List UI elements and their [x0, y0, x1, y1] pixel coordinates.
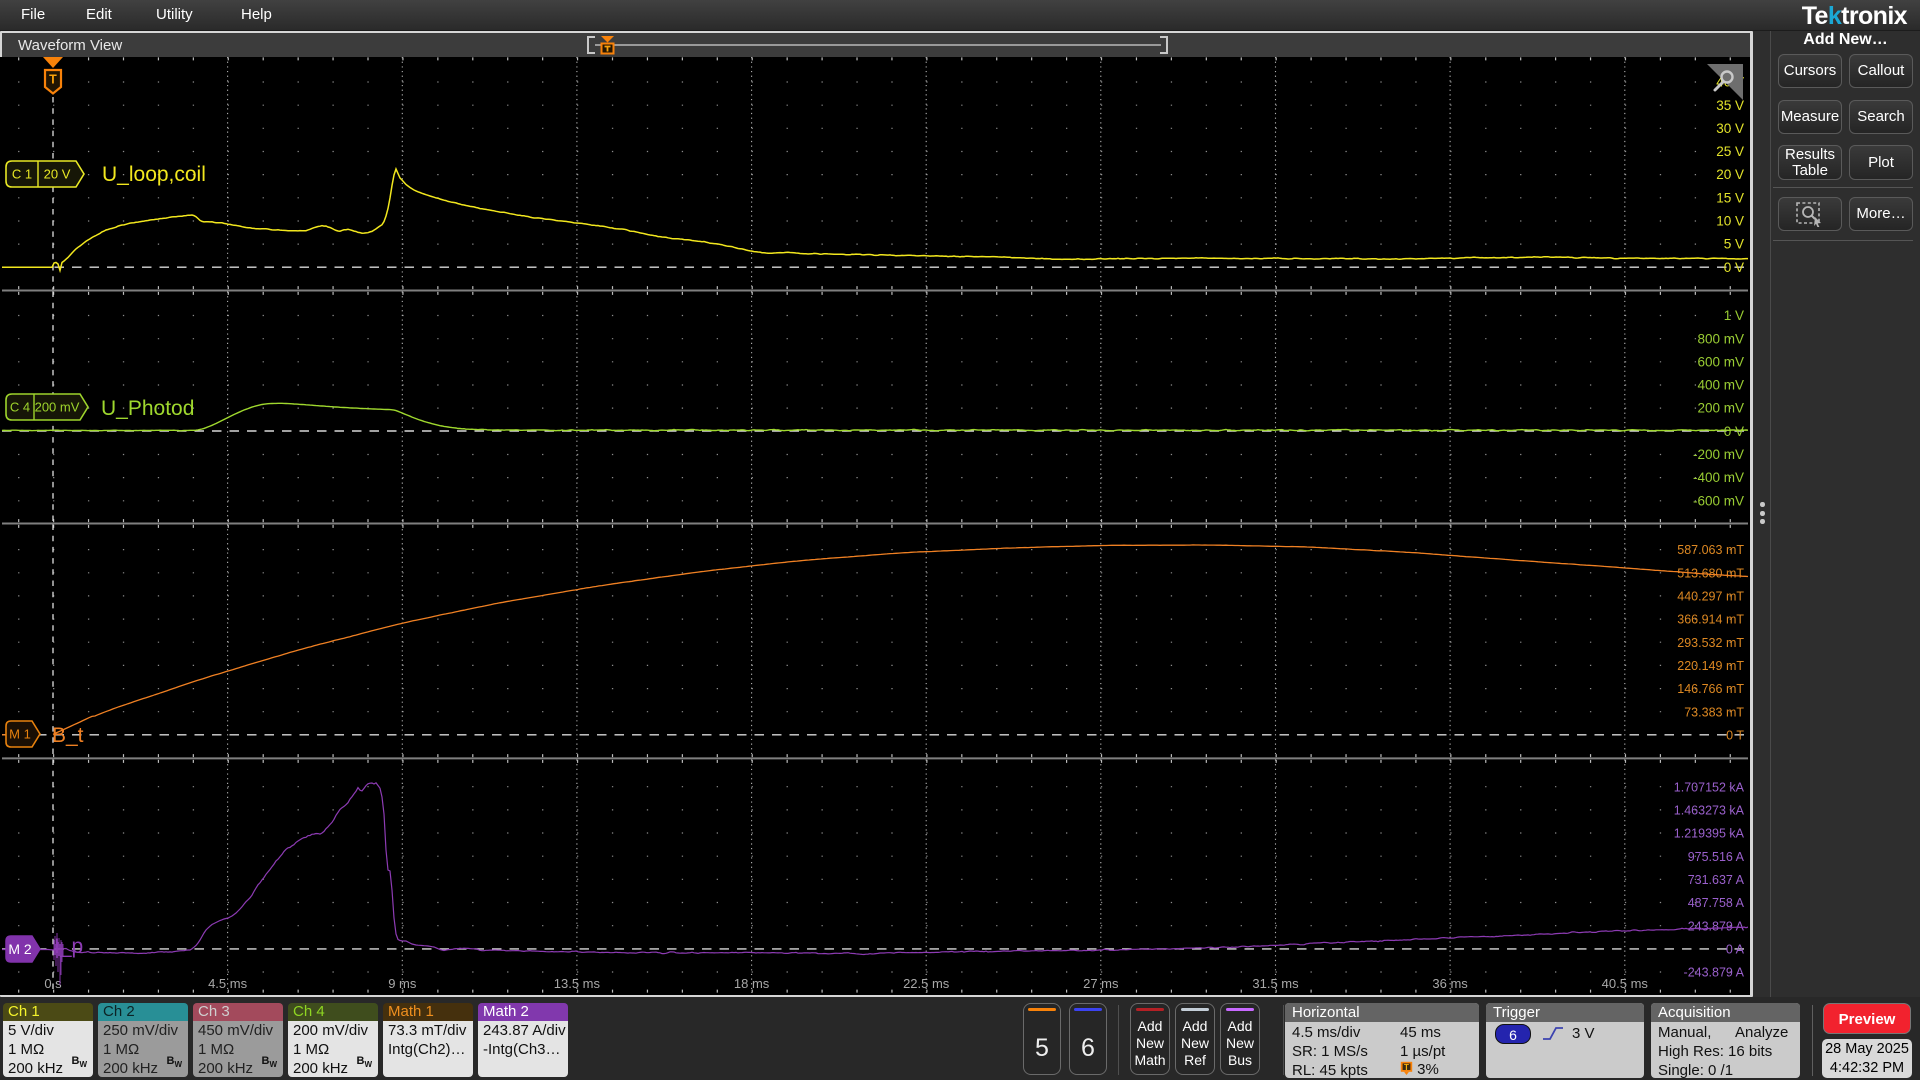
svg-text:18 ms: 18 ms [734, 976, 770, 991]
svg-text:25 V: 25 V [1716, 144, 1744, 159]
svg-text:73.383 mT: 73.383 mT [1684, 705, 1744, 719]
svg-text:5 V: 5 V [1724, 237, 1744, 252]
svg-text:587.063 mT: 587.063 mT [1677, 543, 1744, 557]
svg-text:B_t: B_t [52, 724, 84, 747]
svg-text:513.680 mT: 513.680 mT [1677, 566, 1744, 580]
svg-text:146.766 mT: 146.766 mT [1677, 682, 1744, 696]
svg-text:243.879 A: 243.879 A [1688, 919, 1745, 933]
svg-text:40.5 ms: 40.5 ms [1602, 976, 1649, 991]
svg-text:731.637 A: 731.637 A [1688, 873, 1745, 887]
svg-text:T: T [1404, 1063, 1409, 1072]
svg-text:M 1: M 1 [9, 727, 31, 742]
svg-text:-243.879 A: -243.879 A [1684, 966, 1745, 980]
svg-text:1.219395 kA: 1.219395 kA [1674, 827, 1745, 841]
svg-text:C 4: C 4 [10, 400, 30, 415]
svg-text:0 T: 0 T [1726, 729, 1744, 743]
svg-text:31.5 ms: 31.5 ms [1252, 976, 1299, 991]
svg-text:22.5 ms: 22.5 ms [903, 976, 950, 991]
svg-text:36 ms: 36 ms [1432, 976, 1468, 991]
svg-text:800 mV: 800 mV [1697, 331, 1744, 346]
svg-text:220.149 mT: 220.149 mT [1677, 659, 1744, 673]
svg-text:30 V: 30 V [1716, 121, 1744, 136]
svg-text:366.914 mT: 366.914 mT [1677, 613, 1744, 627]
svg-text:1.707152 kA: 1.707152 kA [1674, 780, 1745, 794]
svg-text:U_loop,coil: U_loop,coil [102, 163, 206, 186]
svg-text:200 mV: 200 mV [1697, 401, 1744, 416]
svg-text:20 V: 20 V [1716, 167, 1744, 182]
svg-text:M 2: M 2 [8, 941, 32, 957]
svg-text:200 mV: 200 mV [35, 400, 80, 415]
svg-text:0 V: 0 V [1724, 424, 1744, 439]
svg-text:975.516 A: 975.516 A [1688, 850, 1745, 864]
svg-text:-200 mV: -200 mV [1693, 447, 1744, 462]
svg-text:C 1: C 1 [12, 167, 32, 182]
svg-text:1.463273 kA: 1.463273 kA [1674, 804, 1745, 818]
svg-text:0 s: 0 s [44, 976, 62, 991]
svg-text:0 V: 0 V [1724, 260, 1744, 275]
svg-text:293.532 mT: 293.532 mT [1677, 636, 1744, 650]
svg-text:27 ms: 27 ms [1083, 976, 1119, 991]
svg-text:15 V: 15 V [1716, 190, 1744, 205]
svg-text:35 V: 35 V [1716, 98, 1744, 113]
svg-text:0 A: 0 A [1726, 942, 1745, 956]
svg-text:440.297 mT: 440.297 mT [1677, 590, 1744, 604]
svg-text:4.5 ms: 4.5 ms [208, 976, 248, 991]
svg-text:600 mV: 600 mV [1697, 354, 1744, 369]
svg-text:13.5 ms: 13.5 ms [554, 976, 601, 991]
svg-text:T: T [49, 73, 57, 87]
svg-text:-600 mV: -600 mV [1693, 493, 1744, 508]
svg-text:9 ms: 9 ms [388, 976, 417, 991]
svg-text:1 V: 1 V [1724, 308, 1744, 323]
svg-text:20 V: 20 V [44, 167, 71, 182]
svg-text:U_Photod: U_Photod [101, 397, 194, 420]
svg-text:-400 mV: -400 mV [1693, 470, 1744, 485]
svg-text:I_p: I_p [54, 935, 83, 958]
svg-text:400 mV: 400 mV [1697, 378, 1744, 393]
svg-text:10 V: 10 V [1716, 214, 1744, 229]
svg-text:487.758 A: 487.758 A [1688, 896, 1745, 910]
